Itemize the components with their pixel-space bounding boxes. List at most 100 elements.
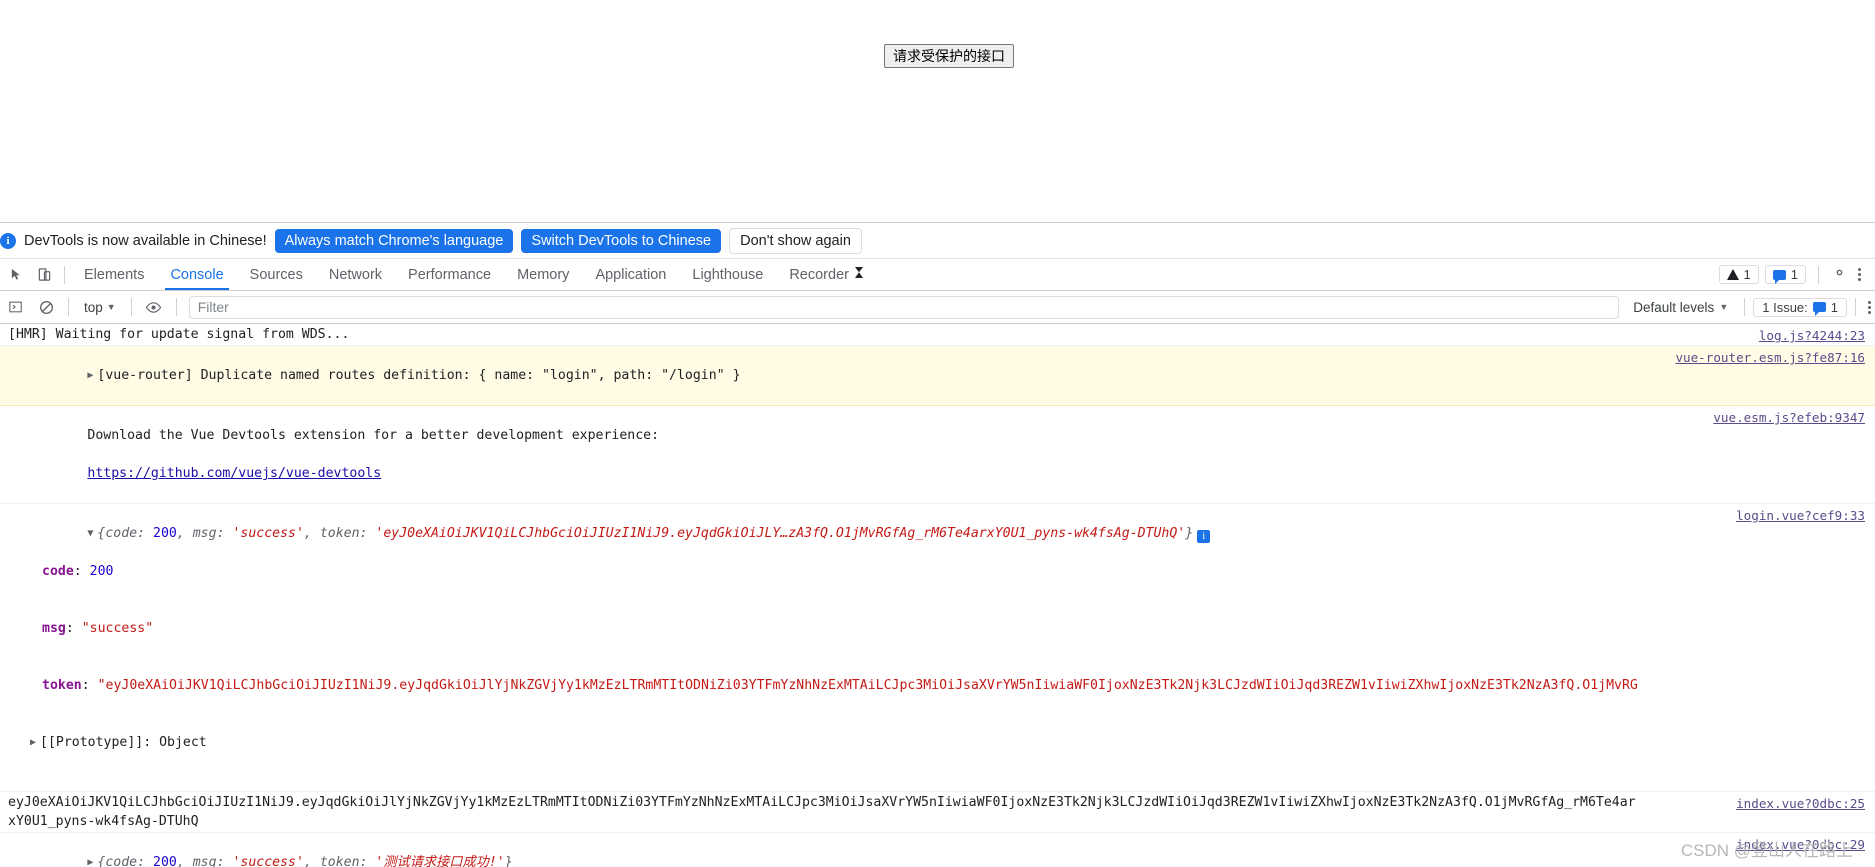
object-property-msg: msg: "success" xyxy=(42,621,154,636)
chevron-down-icon: ▼ xyxy=(1719,302,1729,312)
info-icon[interactable]: i xyxy=(1197,530,1211,543)
clear-console-icon[interactable] xyxy=(32,293,60,321)
tab-performance[interactable]: Performance xyxy=(395,259,504,290)
devtools-language-banner: i DevTools is now available in Chinese! … xyxy=(0,223,1875,259)
property-value: 200 xyxy=(89,564,114,579)
message-bubble-icon xyxy=(1772,269,1786,284)
request-protected-api-button[interactable]: 请求受保护的接口 xyxy=(884,44,1014,68)
message-count-chip[interactable]: 1 xyxy=(1764,265,1806,284)
console-toolbar-divider-1 xyxy=(68,298,69,316)
issue-bubble-icon xyxy=(1812,302,1826,316)
tab-console[interactable]: Console xyxy=(157,259,236,290)
info-icon: i xyxy=(0,232,16,249)
preview-token-key: token xyxy=(319,855,360,867)
always-match-chrome-language-button[interactable]: Always match Chrome's language xyxy=(274,228,514,253)
preview-code-key: code xyxy=(105,526,138,541)
tab-lighthouse[interactable]: Lighthouse xyxy=(679,259,776,290)
console-message-text: [HMR] Waiting for update signal from WDS… xyxy=(8,327,350,342)
chevron-down-icon: ▼ xyxy=(106,302,116,312)
object-prototype-row[interactable]: ▶ [[Prototype]]: Object xyxy=(8,733,1637,752)
object-property-code: code: 200 xyxy=(42,564,114,579)
preview-code-value: 200 xyxy=(153,855,177,867)
console-toolbar-divider-4 xyxy=(1744,298,1746,316)
issues-count: 1 xyxy=(1830,299,1838,315)
web-page-viewport: 请求受保护的接口 xyxy=(0,0,1875,222)
source-link[interactable]: vue.esm.js?efeb:9347 xyxy=(1713,408,1865,427)
source-link[interactable]: log.js?4244:23 xyxy=(1759,326,1865,345)
warning-count-chip[interactable]: 1 xyxy=(1718,265,1759,284)
issues-chip[interactable]: 1 Issue: 1 xyxy=(1753,297,1847,317)
switch-devtools-to-chinese-button[interactable]: Switch DevTools to Chinese xyxy=(521,228,722,253)
preview-msg-value: 'success' xyxy=(232,526,304,541)
source-link[interactable]: login.vue?cef9:33 xyxy=(1736,506,1865,525)
preview-msg-value: 'success' xyxy=(232,855,304,867)
log-levels-selector[interactable]: Default levels ▼ xyxy=(1625,298,1736,317)
filter-input[interactable] xyxy=(188,295,1620,319)
console-message-text: eyJ0eXAiOiJKV1QiLCJhbGciOiJIUzI1NiJ9.eyJ… xyxy=(8,795,1636,829)
preview-code-key: code xyxy=(105,855,138,867)
status-divider xyxy=(1818,265,1819,284)
console-message-list[interactable]: [HMR] Waiting for update signal from WDS… xyxy=(0,324,1875,867)
tab-application[interactable]: Application xyxy=(582,259,679,290)
property-value: "eyJ0eXAiOiJKV1QiLCJhbGciOiJIUzI1NiJ9.ey… xyxy=(97,678,1637,693)
devtools-panel: i DevTools is now available in Chinese! … xyxy=(0,222,1875,867)
preview-token-value: 'eyJ0eXAiOiJKV1QiLCJhbGciOiJIUzI1NiJ9.ey… xyxy=(375,526,1186,541)
issues-label: 1 Issue: xyxy=(1762,299,1808,315)
console-message-text: Download the Vue Devtools extension for … xyxy=(87,428,660,443)
hourglass-icon xyxy=(854,266,864,283)
gear-icon[interactable] xyxy=(1831,264,1848,286)
vue-devtools-link[interactable]: https://github.com/vuejs/vue-devtools xyxy=(87,466,381,481)
console-row-test-success-1[interactable]: ▶ {code: 200, msg: 'success', token: '测试请… xyxy=(0,833,1875,867)
console-message-text: [vue-router] Duplicate named routes defi… xyxy=(97,368,741,383)
object-property-token: token: "eyJ0eXAiOiJKV1QiLCJhbGciOiJIUzI1… xyxy=(8,676,1637,695)
tab-recorder-label: Recorder xyxy=(789,266,849,283)
tab-sources[interactable]: Sources xyxy=(237,259,316,290)
tab-network[interactable]: Network xyxy=(316,259,395,290)
source-link[interactable]: index.vue?0dbc:25 xyxy=(1736,794,1865,813)
log-levels-label: Default levels xyxy=(1633,299,1715,315)
property-key: token xyxy=(42,678,82,693)
preview-msg-key: msg xyxy=(192,526,217,541)
preview-token-value: '测试请求接口成功!' xyxy=(375,855,505,867)
source-link[interactable]: vue-router.esm.js?fe87:16 xyxy=(1675,348,1865,367)
console-toolbar: top ▼ Default levels ▼ 1 Issue: 1 xyxy=(0,291,1875,324)
collapse-arrow-icon[interactable]: ▼ xyxy=(87,524,97,543)
watermark: CSDN @登山人在路上 xyxy=(1680,841,1853,860)
devtools-tabstrip: Elements Console Sources Network Perform… xyxy=(0,259,1875,291)
javascript-context-selector[interactable]: top ▼ xyxy=(77,298,123,317)
console-toolbar-divider-5 xyxy=(1855,298,1856,316)
dont-show-again-button[interactable]: Don't show again xyxy=(729,227,862,254)
more-options-icon[interactable] xyxy=(1854,268,1865,281)
preview-token-key: token xyxy=(319,526,360,541)
inspect-element-icon[interactable] xyxy=(2,261,30,289)
console-row-login-object[interactable]: ▼ {code: 200, msg: 'success', token: 'eyJ… xyxy=(0,504,1875,792)
tab-recorder[interactable]: Recorder xyxy=(776,259,877,290)
warning-count-label: 1 xyxy=(1743,267,1751,282)
context-selector-label: top xyxy=(84,299,103,315)
preview-code-value: 200 xyxy=(153,526,177,541)
screenshot-root: 请求受保护的接口 i DevTools is now available in … xyxy=(0,0,1875,867)
tab-memory[interactable]: Memory xyxy=(504,259,582,290)
toggle-device-toolbar-icon[interactable] xyxy=(30,261,58,289)
expand-arrow-icon[interactable]: ▶ xyxy=(30,733,40,752)
tab-elements[interactable]: Elements xyxy=(71,259,157,290)
tabstrip-status-area: 1 1 xyxy=(1718,264,1875,286)
console-row-token-text-1[interactable]: eyJ0eXAiOiJKV1QiLCJhbGciOiJIUzI1NiJ9.eyJ… xyxy=(0,792,1875,833)
expand-arrow-icon[interactable]: ▶ xyxy=(87,853,97,867)
message-count-label: 1 xyxy=(1790,267,1798,282)
property-key: code xyxy=(42,564,74,579)
prototype-label: [[Prototype]]: Object xyxy=(40,735,207,750)
console-row-devtools-tip[interactable]: Download the Vue Devtools extension for … xyxy=(0,406,1875,504)
console-toolbar-divider-3 xyxy=(175,298,177,316)
live-expression-icon[interactable] xyxy=(140,293,168,321)
property-key: msg xyxy=(42,621,66,636)
warning-triangle-icon xyxy=(1726,269,1739,280)
panel-tabs: Elements Console Sources Network Perform… xyxy=(71,259,877,290)
console-row-vue-router-warning[interactable]: ▶ [vue-router] Duplicate named routes def… xyxy=(0,346,1875,406)
language-banner-message: DevTools is now available in Chinese! xyxy=(24,232,267,249)
console-toolbar-divider-2 xyxy=(130,298,132,316)
console-settings-icon[interactable] xyxy=(1864,300,1875,314)
expand-arrow-icon[interactable]: ▶ xyxy=(87,366,97,385)
show-console-sidebar-icon[interactable] xyxy=(2,293,30,321)
console-row-hmr[interactable]: [HMR] Waiting for update signal from WDS… xyxy=(0,324,1875,346)
